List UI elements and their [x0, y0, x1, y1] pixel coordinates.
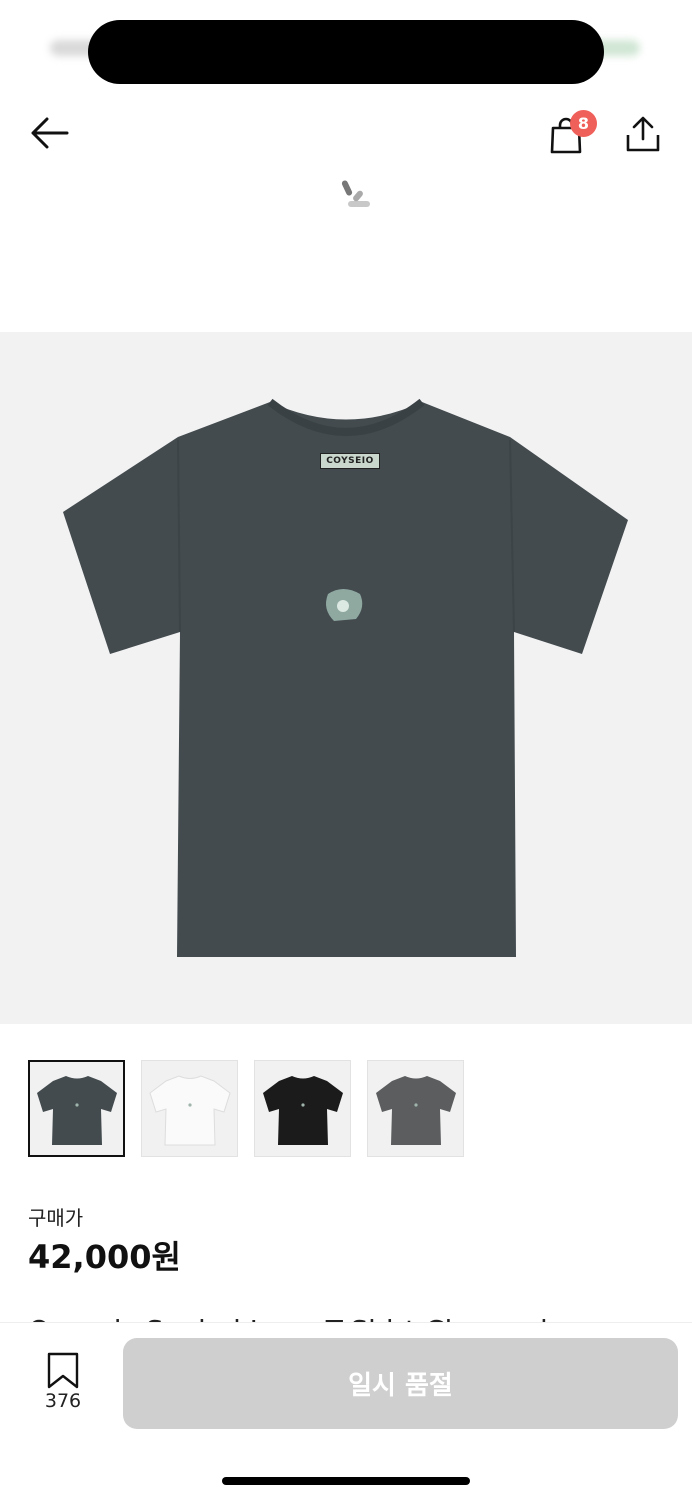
tshirt-thumbnail-image [375, 1075, 456, 1145]
save-count: 376 [44, 1390, 82, 1412]
back-button[interactable] [24, 110, 74, 156]
product-price: 42,000원 [28, 1238, 181, 1276]
tshirt-thumbnail-image [36, 1075, 117, 1145]
brand-label-tag: COYSEIO [320, 453, 380, 469]
cart-count-badge: 8 [570, 110, 597, 137]
price-label: 구매가 [28, 1206, 84, 1230]
home-indicator [222, 1477, 470, 1485]
status-bar [0, 0, 692, 92]
soldout-button[interactable]: 일시 품절 [123, 1338, 678, 1429]
loading-spinner-icon [336, 176, 380, 216]
product-main-image[interactable]: COYSEIO [0, 332, 692, 1024]
share-button[interactable] [620, 112, 666, 156]
thumbnail-charcoal[interactable] [28, 1060, 125, 1157]
thumbnail-black[interactable] [254, 1060, 351, 1157]
tshirt-thumbnail-image [262, 1075, 343, 1145]
share-icon [626, 116, 660, 152]
save-button[interactable] [44, 1352, 82, 1390]
dynamic-island [88, 20, 604, 84]
thumbnail-grey[interactable] [367, 1060, 464, 1157]
thumbnail-white[interactable] [141, 1060, 238, 1157]
bookmark-icon [47, 1352, 79, 1389]
tshirt-thumbnail-image [148, 1074, 231, 1145]
tshirt-image [63, 398, 628, 957]
arrow-left-icon [31, 117, 69, 149]
